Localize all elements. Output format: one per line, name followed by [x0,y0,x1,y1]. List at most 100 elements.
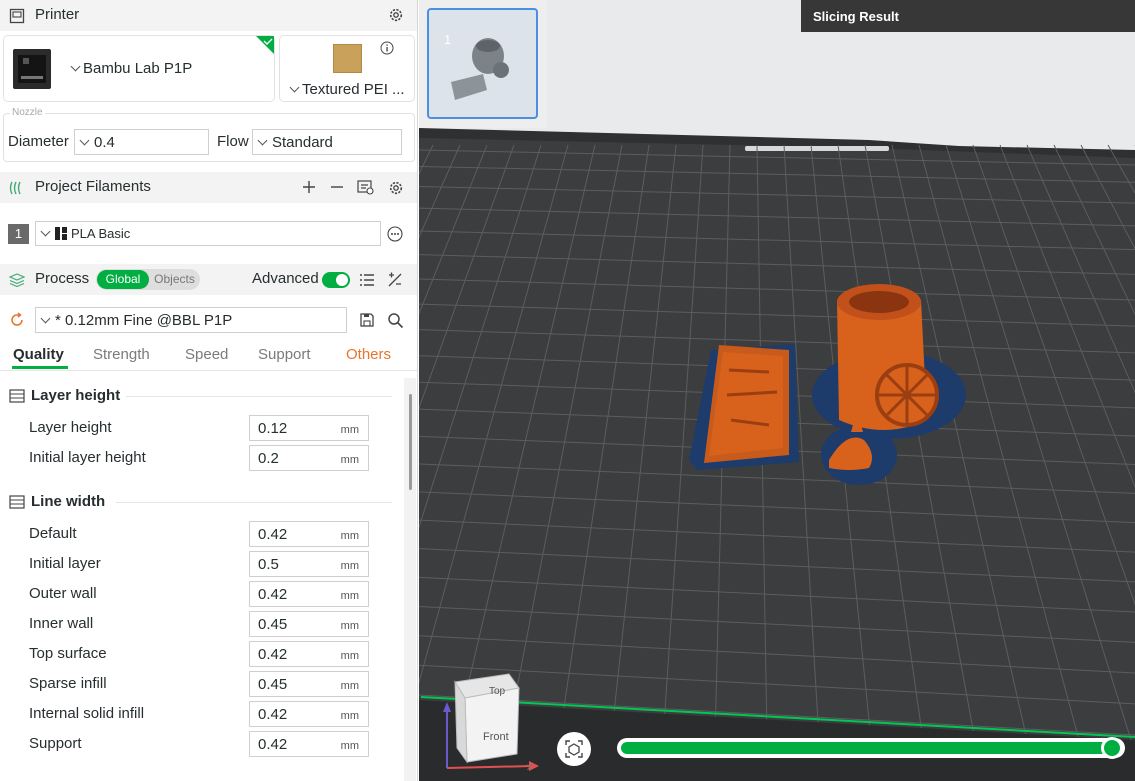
nozzle-label: Nozzle [10,107,45,118]
setting-value: 0.42 [258,586,288,603]
setting-unit: mm [340,680,359,692]
settings-panel: Printer Bambu Lab P1P Textured PEI ... N… [0,0,418,781]
layer-height-group-title: Layer height [31,387,121,404]
setting-input-initial-layer[interactable]: 0.5 mm [249,551,369,577]
diameter-label: Diameter [8,133,69,150]
minus-icon[interactable] [330,180,344,194]
process-section-title: Process [35,270,90,287]
printer-section-title: Printer [35,6,80,23]
filament-index: 1 [8,224,29,244]
advanced-label: Advanced [252,270,319,287]
filament-select[interactable]: PLA Basic [35,221,381,246]
setting-unit: mm [340,590,359,602]
setting-unit: mm [340,620,359,632]
plate-thumbnail[interactable]: 1 [427,8,538,119]
filament-name: PLA Basic [71,226,131,241]
3d-viewport[interactable]: ⎕ 1 Slicing Result Top Front x [419,0,1135,781]
line-width-group-icon [9,495,25,509]
settings-scrollbar[interactable] [404,378,416,781]
view-cube-top-label[interactable]: Top [489,686,506,697]
setting-value: 0.5 [258,556,279,573]
printer-card[interactable]: Bambu Lab P1P [3,35,275,102]
plate-swatch [333,44,362,73]
view-cube[interactable]: Top Front x [437,668,547,776]
tab-support[interactable]: Support [258,346,311,363]
compare-icon[interactable] [387,272,403,288]
setting-label-top-surface: Top surface [29,645,107,662]
reset-icon[interactable] [9,312,25,328]
filaments-section-title: Project Filaments [35,178,151,195]
toggle-global[interactable]: Global [97,270,149,289]
setting-value: 0.42 [258,706,288,723]
setting-input-outer-wall[interactable]: 0.42 mm [249,581,369,607]
printer-name: Bambu Lab P1P [83,60,193,77]
diameter-value: 0.4 [94,133,115,151]
layers-icon [9,273,25,288]
info-icon[interactable] [380,41,394,55]
switch-knob [336,274,348,286]
layer-slider[interactable] [617,737,1125,759]
printer-icon [9,8,25,24]
plate-notch [745,146,889,151]
setting-label-layer-height: Layer height [29,419,112,436]
plate-thumbnail-tray: 1 [419,0,547,128]
check-corner-icon [256,36,274,54]
global-objects-toggle[interactable]: Global Objects [96,269,200,290]
setting-unit: mm [340,560,359,572]
sync-ams-icon[interactable] [357,179,374,195]
slicing-result-title: Slicing Result [813,9,899,24]
setting-input-layer-height[interactable]: 0.12 mm [249,415,369,441]
plate-thumbnail-preview [451,38,509,100]
bambu-logo-icon [55,227,67,240]
printer-section-header: Printer [0,0,417,31]
gear-icon[interactable] [388,180,404,196]
setting-input-default[interactable]: 0.42 mm [249,521,369,547]
gear-icon[interactable] [388,7,404,23]
tab-speed[interactable]: Speed [185,346,228,363]
setting-input-sparse-infill[interactable]: 0.45 mm [249,671,369,697]
view-cube-front-label[interactable]: Front [483,731,509,743]
setting-input-internal-solid-infill[interactable]: 0.42 mm [249,701,369,727]
save-icon[interactable] [359,312,375,328]
tab-strength[interactable]: Strength [93,346,150,363]
setting-input-support[interactable]: 0.42 mm [249,731,369,757]
toggle-objects[interactable]: Objects [150,270,199,289]
process-preset-select[interactable]: * 0.12mm Fine @BBL P1P [35,307,347,333]
setting-value: 0.45 [258,676,288,693]
plate-type-label: Textured PEI ... [302,81,405,98]
plus-icon[interactable] [302,180,316,194]
group-divider [126,396,392,397]
tabs-divider [0,370,417,371]
layer-height-group-icon [9,389,25,403]
search-icon[interactable] [387,312,404,329]
tab-others[interactable]: Others [346,346,391,363]
setting-unit: mm [340,454,359,466]
setting-value: 0.42 [258,526,288,543]
filament-icon [9,181,21,195]
more-icon[interactable] [387,226,403,242]
list-icon[interactable] [359,272,375,288]
plate-type-card[interactable]: Textured PEI ... [279,35,415,102]
setting-input-initial-layer-height[interactable]: 0.2 mm [249,445,369,471]
setting-input-top-surface[interactable]: 0.42 mm [249,641,369,667]
setting-value: 0.2 [258,450,279,467]
chevron-down-icon [289,82,300,93]
filaments-section-header: Project Filaments [0,172,417,203]
flow-select[interactable]: Standard [252,129,402,155]
chevron-down-icon [40,313,51,323]
process-preset-name: * 0.12mm Fine @BBL P1P [55,311,233,329]
setting-label-inner-wall: Inner wall [29,615,94,632]
layer-slider-handle[interactable] [1101,737,1123,759]
chevron-down-icon [79,135,90,145]
scrollbar-thumb[interactable] [409,394,412,490]
tab-quality[interactable]: Quality [13,346,64,363]
setting-label-default: Default [29,525,77,542]
advanced-switch[interactable] [322,272,350,288]
reset-view-button[interactable] [557,732,591,766]
chevron-down-icon [70,61,81,72]
diameter-select[interactable]: 0.4 [74,129,209,155]
chevron-down-icon [257,135,268,145]
setting-label-sparse-infill: Sparse infill [29,675,107,692]
setting-input-inner-wall[interactable]: 0.45 mm [249,611,369,637]
flow-value: Standard [272,133,333,151]
